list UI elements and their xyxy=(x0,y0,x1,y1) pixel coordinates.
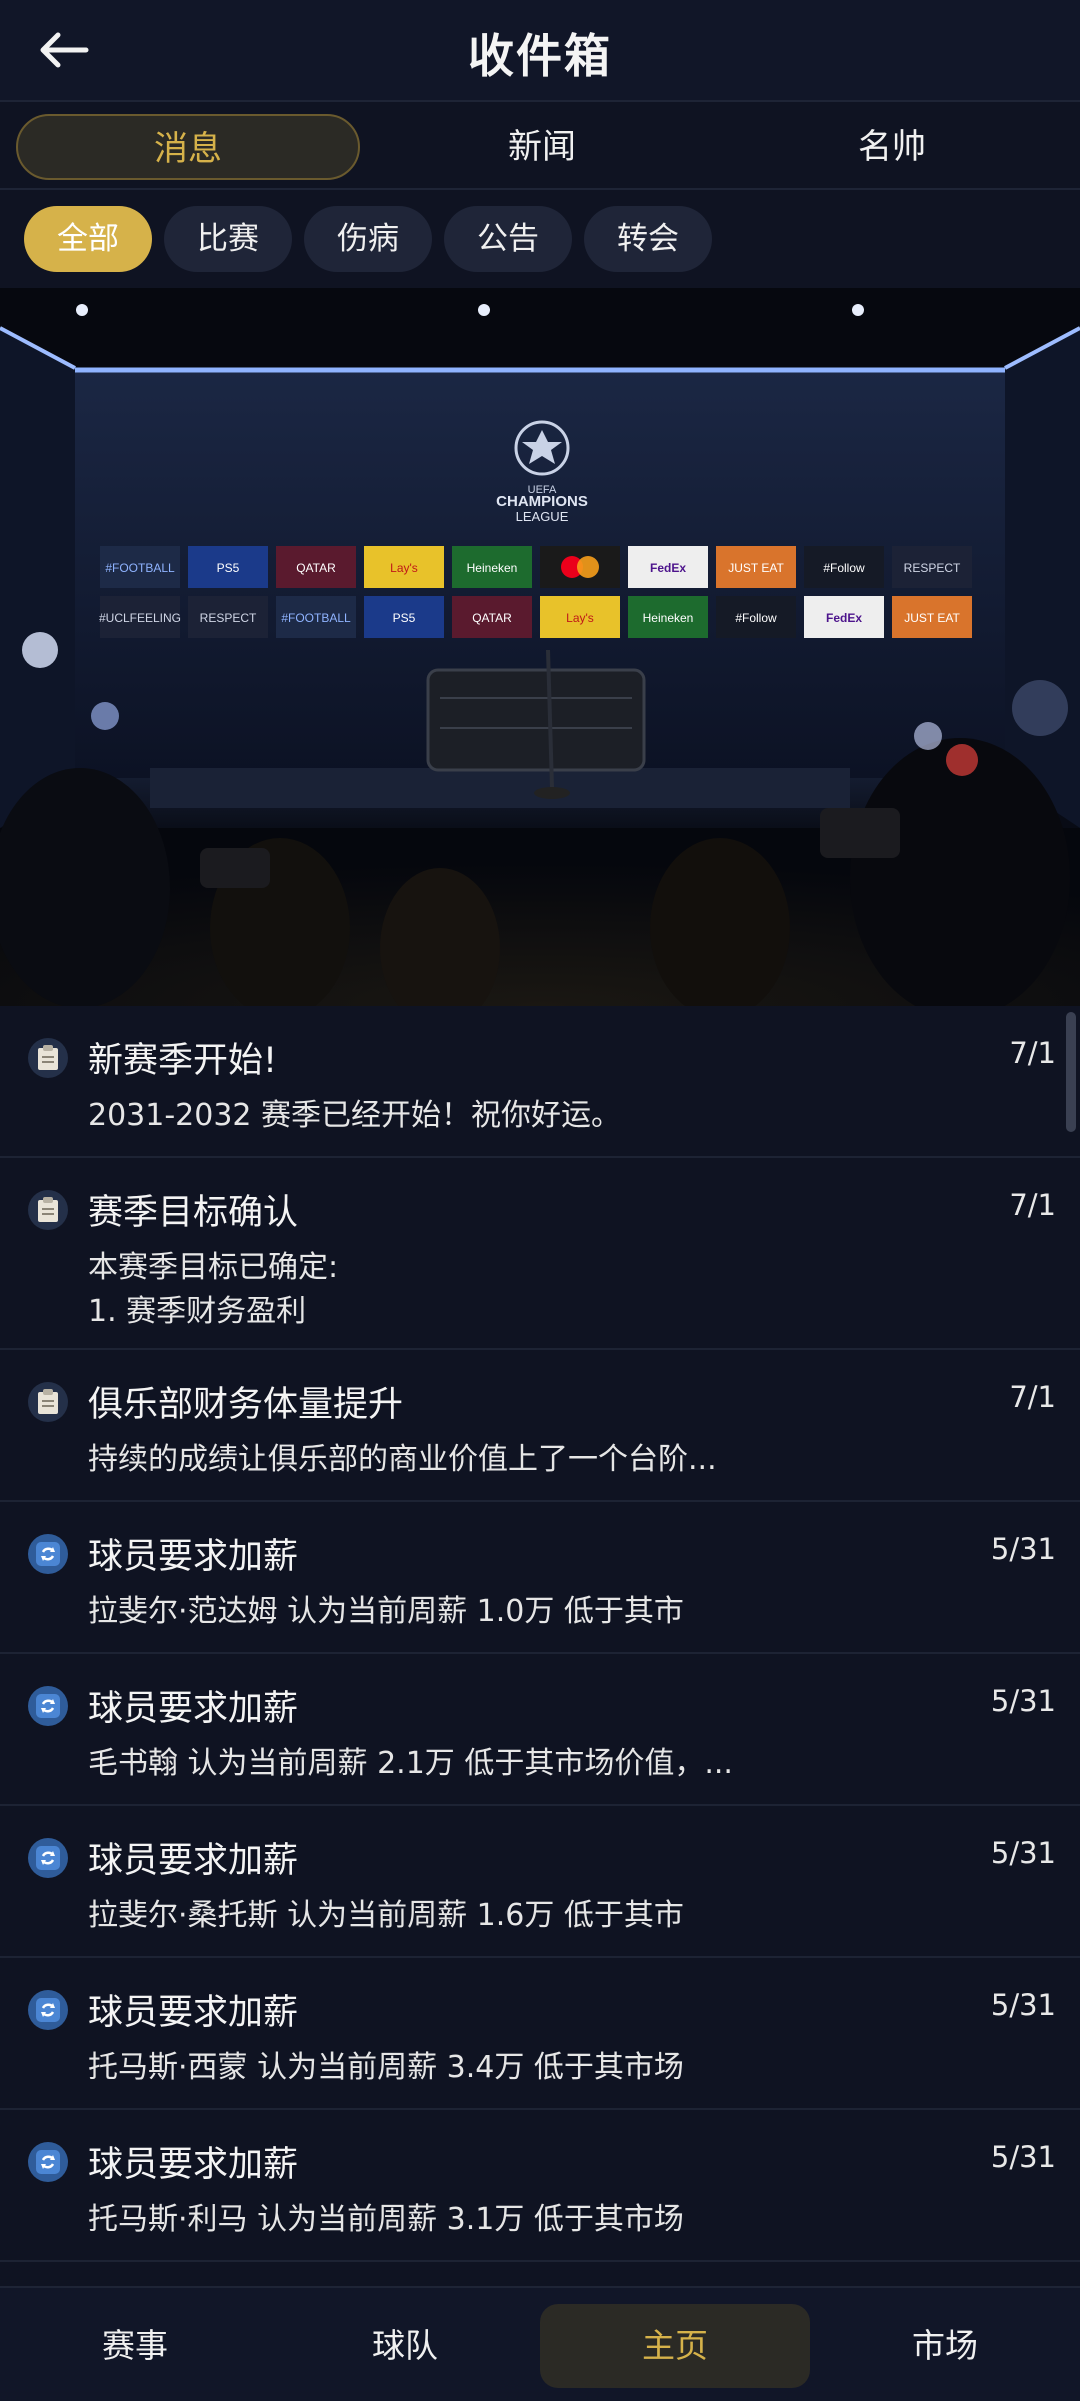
sponsor-board: Heineken xyxy=(643,611,694,625)
tab-bar: 消息 新闻 名帅 xyxy=(0,104,1080,190)
inbox-screen: 收件箱 消息 新闻 名帅 全部 比赛 伤病 公告 转会 UEFA CHAMPIO… xyxy=(0,0,1080,2401)
message-body: 托马斯·利马 认为当前周薪 3.1万 低于其市场 xyxy=(88,2202,684,2237)
sponsor-board: PS5 xyxy=(217,561,240,575)
refresh-icon xyxy=(28,1686,68,1726)
header: 收件箱 xyxy=(0,0,1080,102)
nav-home[interactable]: 主页 xyxy=(540,2304,810,2388)
filter-announcement[interactable]: 公告 xyxy=(444,206,572,272)
sponsor-board: #FOOTBALL xyxy=(281,611,351,625)
message-body: 毛书翰 认为当前周薪 2.1万 低于其市场价值，... xyxy=(88,1746,733,1781)
sponsor-board: JUST EAT xyxy=(904,611,960,625)
message-title: 球员要求加薪 xyxy=(88,1841,299,1881)
message-body: 本赛季目标已确定: 1. 赛季财务盈利 xyxy=(88,1250,339,1329)
refresh-icon xyxy=(28,2142,68,2182)
sponsor-board: RESPECT xyxy=(904,561,961,575)
sponsor-board: #Follow xyxy=(735,611,777,625)
sponsor-board: Heineken xyxy=(467,561,518,575)
nav-team[interactable]: 球队 xyxy=(270,2304,540,2388)
message-date: 7/1 xyxy=(1009,1188,1056,1222)
refresh-icon xyxy=(28,1838,68,1878)
tab-messages[interactable]: 消息 xyxy=(16,114,360,180)
banner-logo-subtext: LEAGUE xyxy=(516,509,569,524)
banner-logo-text: CHAMPIONS xyxy=(496,493,588,510)
message-date: 7/1 xyxy=(1009,1036,1056,1070)
message-item[interactable]: 球员要求加薪 5/31 毛书翰 认为当前周薪 2.1万 低于其市场价值，... xyxy=(0,1654,1080,1806)
message-body: 拉斐尔·桑托斯 认为当前周薪 1.6万 低于其市 xyxy=(88,1898,684,1933)
filter-transfer[interactable]: 转会 xyxy=(584,206,712,272)
bottom-nav: 赛事 球队 主页 市场 xyxy=(0,2286,1080,2401)
message-title: 俱乐部财务体量提升 xyxy=(88,1385,404,1425)
clipboard-icon xyxy=(28,1382,68,1422)
sponsor-board: QATAR xyxy=(472,611,512,625)
sponsor-board: FedEx xyxy=(650,561,686,575)
message-item[interactable]: 球员要求加薪 5/31 拉斐尔·范达姆 认为当前周薪 1.0万 低于其市 xyxy=(0,1502,1080,1654)
tab-news[interactable]: 新闻 xyxy=(370,114,714,180)
sponsor-board: PS5 xyxy=(393,611,416,625)
sponsor-board: QATAR xyxy=(296,561,336,575)
sponsor-board: RESPECT xyxy=(200,611,257,625)
message-date: 5/31 xyxy=(990,1836,1056,1870)
message-date: 5/31 xyxy=(990,1684,1056,1718)
message-date: 5/31 xyxy=(990,1532,1056,1566)
message-date: 7/1 xyxy=(1009,1380,1056,1414)
message-item[interactable]: 新赛季开始! 7/1 2031-2032 赛季已经开始！祝你好运。 xyxy=(0,1006,1080,1158)
refresh-icon xyxy=(28,1990,68,2030)
press-conference-illustration: UEFA CHAMPIONS LEAGUE #FOOTBALL PS5 QATA… xyxy=(0,288,1080,1006)
message-item[interactable]: 赛季目标确认 7/1 本赛季目标已确定: 1. 赛季财务盈利 xyxy=(0,1158,1080,1350)
message-body: 拉斐尔·范达姆 认为当前周薪 1.0万 低于其市 xyxy=(88,1594,684,1629)
message-title: 球员要求加薪 xyxy=(88,1689,299,1729)
sponsor-board: #UCLFEELING xyxy=(99,611,181,625)
filter-all[interactable]: 全部 xyxy=(24,206,152,272)
message-body: 2031-2032 赛季已经开始！祝你好运。 xyxy=(88,1098,622,1133)
sponsor-board: #FOOTBALL xyxy=(105,561,175,575)
message-title: 赛季目标确认 xyxy=(88,1193,299,1233)
refresh-icon xyxy=(28,1534,68,1574)
message-body: 持续的成绩让俱乐部的商业价值上了一个台阶... xyxy=(88,1442,717,1477)
nav-market[interactable]: 市场 xyxy=(810,2304,1080,2388)
sponsor-board: FedEx xyxy=(826,611,862,625)
filter-bar: 全部 比赛 伤病 公告 转会 xyxy=(0,192,1080,288)
message-item[interactable]: 球员要求加薪 5/31 托马斯·利马 认为当前周薪 3.1万 低于其市场 xyxy=(0,2110,1080,2262)
nav-matches[interactable]: 赛事 xyxy=(0,2304,270,2388)
message-item[interactable]: 球员要求加薪 5/31 拉斐尔·桑托斯 认为当前周薪 1.6万 低于其市 xyxy=(0,1806,1080,1958)
message-title: 新赛季开始! xyxy=(88,1041,278,1081)
message-item[interactable]: 球员要求加薪 5/31 托马斯·西蒙 认为当前周薪 3.4万 低于其市场 xyxy=(0,1958,1080,2110)
sponsor-board: JUST EAT xyxy=(728,561,784,575)
clipboard-icon xyxy=(28,1038,68,1078)
message-item[interactable]: 俱乐部财务体量提升 7/1 持续的成绩让俱乐部的商业价值上了一个台阶... xyxy=(0,1350,1080,1502)
message-title: 球员要求加薪 xyxy=(88,2145,299,2185)
sponsor-board: Lay's xyxy=(390,561,418,575)
sponsor-board: #Follow xyxy=(823,561,865,575)
filter-injury[interactable]: 伤病 xyxy=(304,206,432,272)
filter-match[interactable]: 比赛 xyxy=(164,206,292,272)
sponsor-board: Lay's xyxy=(566,611,594,625)
clipboard-icon xyxy=(28,1190,68,1230)
message-body: 托马斯·西蒙 认为当前周薪 3.4万 低于其市场 xyxy=(88,2050,684,2085)
tab-famous-coaches[interactable]: 名帅 xyxy=(720,114,1064,180)
banner-image: UEFA CHAMPIONS LEAGUE #FOOTBALL PS5 QATA… xyxy=(0,288,1080,1006)
message-date: 5/31 xyxy=(990,2140,1056,2174)
message-date: 5/31 xyxy=(990,1988,1056,2022)
message-title: 球员要求加薪 xyxy=(88,1993,299,2033)
page-title: 收件箱 xyxy=(468,29,612,83)
message-list: 新赛季开始! 7/1 2031-2032 赛季已经开始！祝你好运。 赛季目标确认… xyxy=(0,1006,1080,2286)
scrollbar[interactable] xyxy=(1066,1012,1076,1132)
message-title: 球员要求加薪 xyxy=(88,1537,299,1577)
